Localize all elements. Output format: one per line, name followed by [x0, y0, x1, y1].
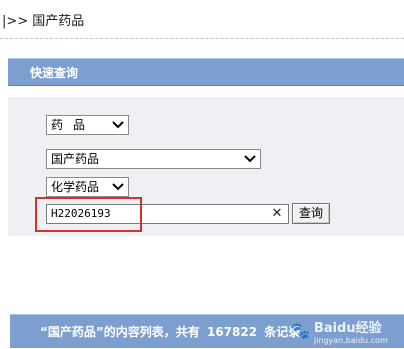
watermark-brand: Baidu经验 [313, 321, 382, 336]
breadcrumb: |>> 国产药品 [0, 0, 404, 39]
clear-icon[interactable]: ✕ [269, 206, 285, 222]
highlight-box [35, 197, 142, 232]
divider [0, 38, 404, 39]
category-select-value: 国产药品 [51, 152, 100, 166]
paw-icon: 🐾 [290, 321, 310, 340]
subcategory-select-value: 化学药品 [51, 180, 100, 194]
baidu-watermark: 🐾 Baidu经验 jingyan.baidu.com [290, 316, 402, 346]
chevron-down-icon[interactable] [242, 151, 258, 167]
watermark-text: Baidu经验 jingyan.baidu.com [314, 317, 388, 345]
query-button[interactable]: 查询 [292, 203, 330, 224]
watermark-url: jingyan.baidu.com [313, 336, 388, 345]
category-select[interactable]: 国产药品 [46, 149, 261, 169]
type-select-value: 药品 [51, 118, 96, 132]
type-select[interactable]: 药品 [46, 115, 129, 135]
chevron-down-icon[interactable] [110, 117, 126, 133]
quick-search-header: 快速查询 [8, 58, 404, 86]
subcategory-select[interactable]: 化学药品 [46, 177, 129, 197]
chevron-down-icon[interactable] [110, 179, 126, 195]
breadcrumb-text: |>> 国产药品 [2, 14, 85, 29]
results-text-prefix: “国产药品”的内容列表，共有 [40, 325, 200, 339]
results-count: 167822 [206, 325, 258, 339]
quick-search-title: 快速查询 [30, 66, 79, 80]
results-summary: “国产药品”的内容列表，共有 167822 条记录 [40, 323, 303, 340]
